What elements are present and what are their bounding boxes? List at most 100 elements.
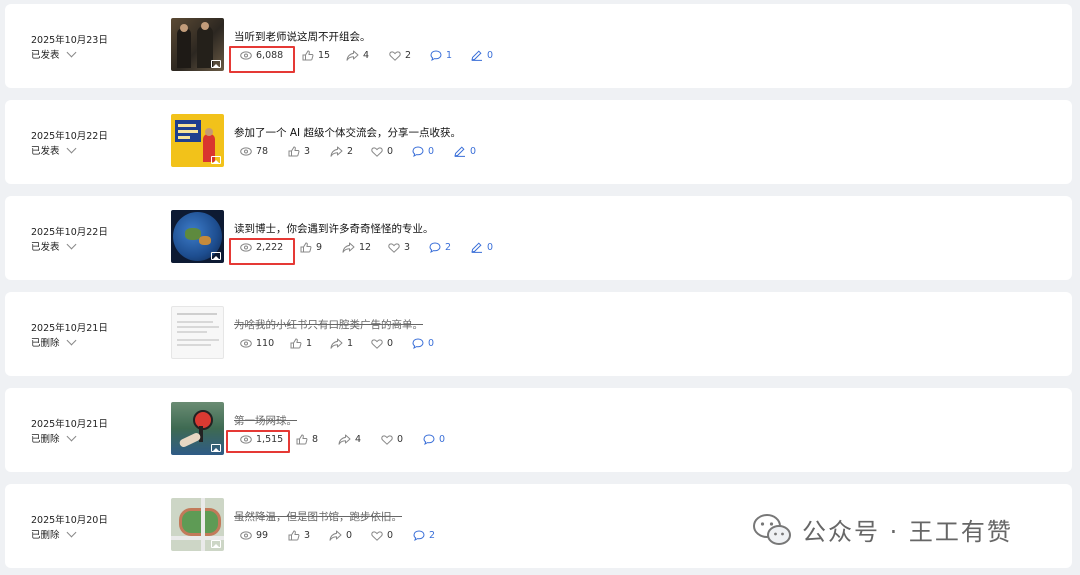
chevron-down-icon: [66, 239, 76, 250]
post-card: 2025年10月23日 已发表 当听到老师说这周不开组会。 6,088 15 4: [5, 4, 1072, 88]
eye-icon: [240, 531, 252, 540]
post-thumbnail[interactable]: [171, 114, 224, 167]
edits-count: 0: [487, 50, 494, 61]
likes-stat: 3: [288, 530, 310, 541]
shares-stat: 0: [329, 530, 352, 541]
loves-count: 0: [387, 530, 394, 541]
loves-count: 2: [405, 50, 412, 61]
heart-icon: [381, 434, 393, 445]
share-icon: [329, 530, 342, 541]
loves-stat: 0: [371, 338, 393, 349]
post-card: 2025年10月22日 已发表 读到博士，你会遇到许多奇奇怪怪的专业。 2,22…: [5, 196, 1072, 280]
highlight-box: [229, 238, 295, 265]
highlight-box: [229, 46, 295, 73]
watermark: 公众号 · 王工有赞: [752, 512, 1013, 547]
loves-stat: 2: [389, 50, 411, 61]
likes-count: 1: [306, 338, 313, 349]
comment-icon: [429, 242, 441, 253]
likes-count: 3: [304, 530, 311, 541]
post-card: 2025年10月21日 已删除 第一场网球。 1,515 8 4 0 0: [5, 388, 1072, 472]
likes-count: 15: [318, 50, 331, 61]
shares-count: 4: [355, 434, 362, 445]
wechat-icon: [753, 513, 791, 545]
comments-stat[interactable]: 2: [413, 530, 435, 541]
chevron-down-icon: [66, 335, 76, 346]
shares-count: 4: [363, 50, 370, 61]
post-thumbnail[interactable]: [171, 210, 224, 263]
comments-count: 1: [446, 50, 453, 61]
shares-count: 2: [347, 146, 354, 157]
post-title[interactable]: 第一场网球。: [234, 413, 297, 428]
status-dropdown[interactable]: 已发表: [31, 143, 76, 157]
likes-count: 8: [312, 434, 319, 445]
thumbs-up-icon: [300, 242, 312, 253]
views-stat: 110: [240, 338, 274, 349]
edits-stat[interactable]: 0: [471, 242, 493, 253]
status-dropdown[interactable]: 已删除: [31, 335, 76, 349]
loves-stat: 0: [371, 530, 393, 541]
status-label: 已删除: [31, 434, 60, 445]
comments-stat[interactable]: 0: [423, 434, 445, 445]
post-title[interactable]: 读到博士，你会遇到许多奇奇怪怪的专业。: [234, 221, 434, 236]
post-title[interactable]: 当听到老师说这周不开组会。: [234, 29, 371, 44]
post-title[interactable]: 为啥我的小红书只有口腔类广告的商单。: [234, 317, 423, 332]
post-title[interactable]: 虽然降温，但是图书馆，跑步依旧。: [234, 509, 402, 524]
post-date: 2025年10月22日: [31, 131, 108, 142]
comments-count: 0: [439, 434, 446, 445]
eye-icon: [240, 147, 252, 156]
pencil-icon: [471, 242, 482, 253]
shares-stat: 12: [342, 242, 371, 253]
comment-icon: [412, 338, 424, 349]
comments-stat[interactable]: 0: [412, 146, 434, 157]
chevron-down-icon: [66, 47, 76, 58]
loves-stat: 3: [388, 242, 410, 253]
status-dropdown[interactable]: 已发表: [31, 47, 76, 61]
post-thumbnail[interactable]: [171, 18, 224, 71]
image-icon: [211, 156, 221, 164]
share-icon: [342, 242, 355, 253]
comment-icon: [430, 50, 442, 61]
views-stat: 99: [240, 530, 268, 541]
edits-count: 0: [470, 146, 477, 157]
chevron-down-icon: [66, 431, 76, 442]
edits-stat[interactable]: 0: [471, 50, 493, 61]
shares-stat: 2: [330, 146, 353, 157]
comment-icon: [413, 530, 425, 541]
shares-count: 12: [359, 242, 372, 253]
post-thumbnail[interactable]: [171, 498, 224, 551]
thumbs-up-icon: [296, 434, 308, 445]
likes-stat: 3: [288, 146, 310, 157]
post-thumbnail[interactable]: [171, 402, 224, 455]
likes-count: 9: [316, 242, 323, 253]
post-thumbnail[interactable]: [171, 306, 224, 359]
views-stat: 78: [240, 146, 268, 157]
likes-stat: 1: [290, 338, 312, 349]
thumbs-up-icon: [290, 338, 302, 349]
loves-stat: 0: [381, 434, 403, 445]
status-label: 已发表: [31, 242, 60, 253]
pencil-icon: [454, 146, 465, 157]
post-title[interactable]: 参加了一个 AI 超级个体交流会，分享一点收获。: [234, 125, 461, 140]
status-dropdown[interactable]: 已发表: [31, 239, 76, 253]
status-dropdown[interactable]: 已删除: [31, 527, 76, 541]
comments-stat[interactable]: 0: [412, 338, 434, 349]
eye-icon: [240, 339, 252, 348]
heart-icon: [371, 530, 383, 541]
post-card: 2025年10月21日 已删除 为啥我的小红书只有口腔类广告的商单。 110 1…: [5, 292, 1072, 376]
edits-stat[interactable]: 0: [454, 146, 476, 157]
highlight-box: [226, 430, 290, 453]
post-date: 2025年10月20日: [31, 515, 108, 526]
views-count: 110: [256, 338, 275, 349]
status-dropdown[interactable]: 已删除: [31, 431, 76, 445]
post-date: 2025年10月21日: [31, 419, 108, 430]
comment-icon: [412, 146, 424, 157]
status-label: 已发表: [31, 50, 60, 61]
post-date: 2025年10月23日: [31, 35, 108, 46]
thumbs-up-icon: [302, 50, 314, 61]
comments-stat[interactable]: 1: [430, 50, 452, 61]
chevron-down-icon: [66, 527, 76, 538]
comments-stat[interactable]: 2: [429, 242, 451, 253]
shares-stat: 4: [346, 50, 369, 61]
edits-count: 0: [487, 242, 494, 253]
views-count: 99: [256, 530, 269, 541]
